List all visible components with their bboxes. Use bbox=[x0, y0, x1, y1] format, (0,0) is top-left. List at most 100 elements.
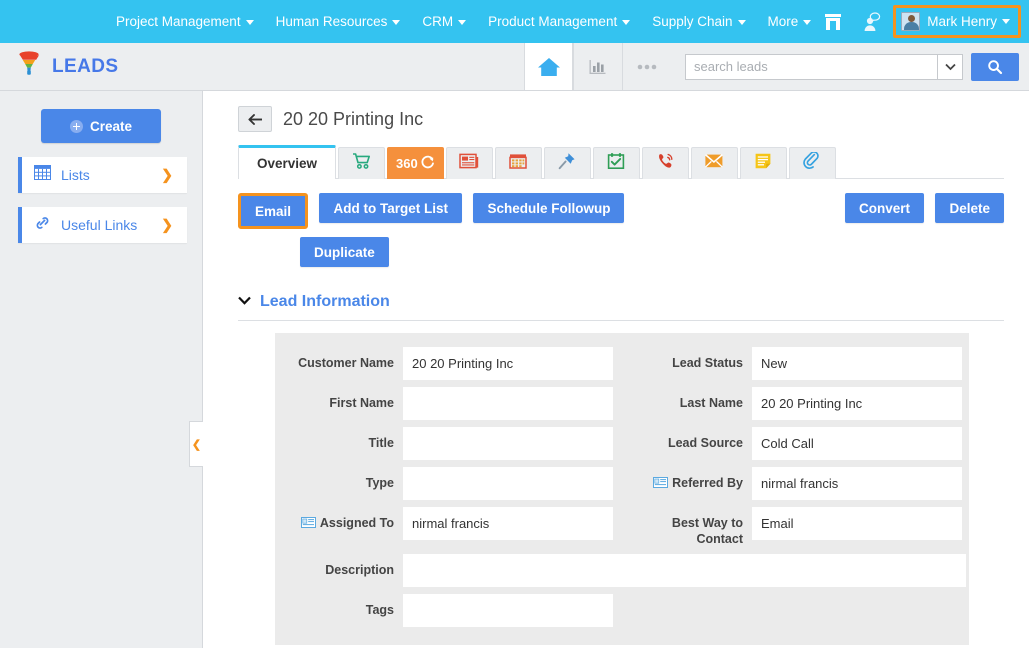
nav-item-label: Project Management bbox=[116, 14, 241, 29]
sidebar-collapse-handle[interactable]: ❮ bbox=[189, 421, 203, 467]
schedule-followup-button[interactable]: Schedule Followup bbox=[473, 193, 625, 223]
module-identity: LEADS bbox=[0, 43, 118, 90]
duplicate-button[interactable]: Duplicate bbox=[300, 237, 389, 267]
tab-overview[interactable]: Overview bbox=[238, 145, 337, 179]
description-input[interactable] bbox=[403, 554, 966, 587]
field-label: Lead Source bbox=[667, 436, 743, 450]
record-title: 20 20 Printing Inc bbox=[283, 108, 424, 129]
store-icon[interactable] bbox=[813, 0, 853, 43]
customer-name-input[interactable]: 20 20 Printing Inc bbox=[403, 347, 613, 380]
tab-attachments[interactable] bbox=[788, 147, 836, 179]
sidebar-item-label: Useful Links bbox=[61, 217, 138, 233]
search-scope-dropdown[interactable] bbox=[937, 53, 963, 80]
field-first-name: First Name bbox=[275, 387, 622, 420]
field-description: Description bbox=[275, 554, 966, 587]
chevron-down-icon bbox=[245, 19, 254, 25]
tab-360[interactable]: 360 bbox=[387, 147, 444, 179]
first-name-input[interactable] bbox=[403, 387, 613, 420]
plus-circle-icon bbox=[69, 119, 83, 133]
tags-input[interactable] bbox=[403, 594, 613, 627]
tab-quotes[interactable] bbox=[338, 147, 386, 179]
form-row: Tags bbox=[275, 594, 969, 627]
lead-source-input[interactable]: Cold Call bbox=[752, 427, 962, 460]
tab-emails[interactable] bbox=[690, 147, 738, 179]
envelope-icon bbox=[704, 153, 724, 174]
lead-status-input[interactable]: New bbox=[752, 347, 962, 380]
best-way-to-contact-input[interactable]: Email bbox=[752, 507, 962, 540]
field-assigned-to: Assigned To nirmal francis bbox=[275, 507, 622, 547]
top-nav-right-group: Mark Henry bbox=[813, 0, 1029, 43]
app-logo[interactable] bbox=[0, 0, 105, 43]
chevron-left-icon: ❮ bbox=[191, 438, 202, 451]
nav-item-product-management[interactable]: Product Management bbox=[477, 0, 641, 43]
form-row: Type Referred By nirmal francis bbox=[275, 467, 969, 500]
paperclip-icon bbox=[803, 150, 821, 176]
notifications-icon[interactable] bbox=[853, 0, 893, 43]
tab-calls[interactable] bbox=[641, 147, 689, 179]
sidebar-item-useful-links[interactable]: Useful Links ❯ bbox=[18, 207, 187, 243]
title-input[interactable] bbox=[403, 427, 613, 460]
lead-information-section-header[interactable]: Lead Information bbox=[238, 293, 1004, 311]
chevron-down-icon bbox=[737, 19, 746, 25]
add-to-target-list-button[interactable]: Add to Target List bbox=[319, 193, 462, 223]
user-menu[interactable]: Mark Henry bbox=[893, 5, 1021, 38]
form-row: Assigned To nirmal francis Best Way to C… bbox=[275, 507, 969, 547]
more-dots-icon[interactable] bbox=[622, 43, 671, 90]
email-button-highlight: Email bbox=[238, 193, 309, 229]
tab-label: Overview bbox=[257, 156, 318, 171]
page-body: Create Lists ❯ Useful Links ❯ ❮ 20 20 Pr… bbox=[0, 91, 1029, 648]
field-customer-name: Customer Name 20 20 Printing Inc bbox=[275, 347, 622, 380]
lead-information-form: Customer Name 20 20 Printing Inc Lead St… bbox=[275, 333, 969, 645]
nav-item-crm[interactable]: CRM bbox=[411, 0, 477, 43]
field-label-text: Referred By bbox=[672, 476, 743, 490]
email-button[interactable]: Email bbox=[241, 196, 306, 226]
note-icon bbox=[754, 152, 772, 175]
nav-item-label: CRM bbox=[422, 14, 454, 29]
record-title-row: 20 20 Printing Inc bbox=[238, 106, 1004, 132]
page-title: LEADS bbox=[52, 55, 119, 77]
nav-item-human-resources[interactable]: Human Resources bbox=[265, 0, 412, 43]
chevron-down-icon bbox=[622, 19, 631, 25]
field-lead-status: Lead Status New bbox=[622, 347, 969, 380]
chevron-down-icon bbox=[392, 19, 401, 25]
nav-item-project-management[interactable]: Project Management bbox=[105, 0, 265, 43]
type-input[interactable] bbox=[403, 467, 613, 500]
delete-button[interactable]: Delete bbox=[935, 193, 1004, 223]
nav-item-label: Supply Chain bbox=[652, 14, 733, 29]
back-button[interactable] bbox=[238, 106, 272, 132]
last-name-input[interactable]: 20 20 Printing Inc bbox=[752, 387, 962, 420]
assigned-to-input[interactable]: nirmal francis bbox=[403, 507, 613, 540]
record-tabs: Overview 360 bbox=[238, 145, 1004, 179]
search-button[interactable] bbox=[971, 52, 1019, 81]
module-header-bar: LEADS bbox=[0, 43, 1029, 91]
field-last-name: Last Name 20 20 Printing Inc bbox=[622, 387, 969, 420]
tab-pinned[interactable] bbox=[543, 147, 591, 179]
contact-card-icon[interactable] bbox=[300, 516, 316, 532]
user-name-label: Mark Henry bbox=[927, 14, 997, 29]
convert-button[interactable]: Convert bbox=[845, 193, 925, 223]
avatar bbox=[901, 12, 921, 31]
home-icon[interactable] bbox=[524, 43, 573, 90]
search-input[interactable] bbox=[685, 53, 937, 80]
nav-item-supply-chain[interactable]: Supply Chain bbox=[641, 0, 756, 43]
field-label: Assigned To bbox=[285, 507, 403, 532]
module-toolbar bbox=[524, 43, 1029, 90]
field-type: Type bbox=[275, 467, 622, 500]
tab-documents[interactable] bbox=[445, 147, 493, 179]
field-label: Title bbox=[368, 436, 394, 450]
field-label: Referred By bbox=[630, 467, 752, 492]
phone-call-icon bbox=[656, 152, 675, 176]
referred-by-input[interactable]: nirmal francis bbox=[752, 467, 962, 500]
chevron-down-icon bbox=[803, 19, 812, 25]
tab-notes[interactable] bbox=[739, 147, 787, 179]
contact-card-icon[interactable] bbox=[653, 476, 669, 492]
funnel-icon bbox=[18, 51, 40, 82]
nav-item-label: Product Management bbox=[488, 14, 618, 29]
create-button[interactable]: Create bbox=[41, 109, 161, 143]
tab-tasks[interactable] bbox=[592, 147, 640, 179]
chart-bar-icon[interactable] bbox=[573, 43, 622, 90]
sidebar-item-lists[interactable]: Lists ❯ bbox=[18, 157, 187, 193]
field-label: Lead Status bbox=[672, 356, 743, 370]
field-label: Description bbox=[325, 563, 394, 577]
tab-calendar[interactable] bbox=[494, 147, 542, 179]
